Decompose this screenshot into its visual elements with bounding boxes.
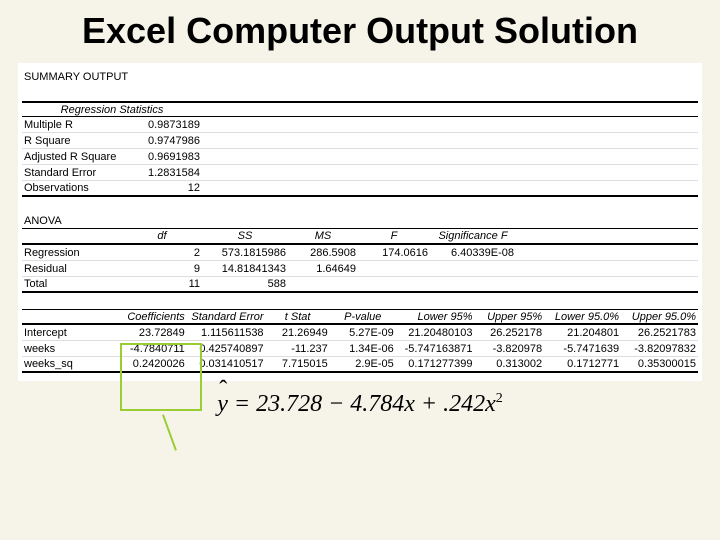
regression-equation: y = 23.728 − 4.784x + .242x2 [0,381,720,418]
coef-cell: 0.171277399 [396,358,475,370]
anova-h-f: F [358,230,430,242]
anova-cell: 1.64649 [288,263,358,275]
anova-label: ANOVA [22,215,122,227]
anova-row-label: Regression [22,247,122,259]
excel-output-sheet: SUMMARY OUTPUT Regression Statistics Mul… [18,63,702,381]
coef-h-t: t Stat [266,311,330,323]
anova-h-df: df [122,230,202,242]
stat-label: Adjusted R Square [22,151,122,163]
coef-h-u95: Upper 95% [475,311,545,323]
anova-cell: 588 [202,278,288,290]
coef-row-label: Intercept [22,327,114,339]
coef-cell: 7.715015 [266,358,330,370]
coef-cell: 0.2420026 [114,358,187,370]
coef-h-coef: Coefficients [114,311,187,323]
stat-value: 1.2831584 [122,167,202,179]
coef-cell: -5.747163871 [396,343,475,355]
coef-row-label: weeks [22,343,114,355]
anova-cell: 174.0616 [358,247,430,259]
coef-h-se: Standard Error [187,311,266,323]
coef-h-p: P-value [330,311,396,323]
coef-cell: 2.9E-05 [330,358,396,370]
stat-label: Standard Error [22,167,122,179]
coef-cell: -3.82097832 [621,343,698,355]
equation-lhs: y [217,391,228,417]
stat-label: Observations [22,182,122,194]
coef-cell: 26.2521783 [621,327,698,339]
slide-title: Excel Computer Output Solution [0,0,720,57]
coef-cell: 5.27E-09 [330,327,396,339]
stat-value: 12 [122,182,202,194]
anova-h-sigf: Significance F [430,230,516,242]
stat-value: 0.9691983 [122,151,202,163]
coef-cell: -11.237 [266,343,330,355]
coef-cell: 21.204801 [544,327,621,339]
coef-cell: 26.252178 [475,327,545,339]
stat-value: 0.9747986 [122,135,202,147]
stat-value: 0.9873189 [122,119,202,131]
summary-output-label: SUMMARY OUTPUT [22,71,122,83]
coef-row-label: weeks_sq [22,358,114,370]
equation-rhs: = 23.728 − 4.784x + .242x [228,391,496,417]
coef-cell: 0.1712771 [544,358,621,370]
coef-h-l95b: Lower 95.0% [544,311,621,323]
coef-cell: 21.20480103 [396,327,475,339]
coef-cell: 0.031410517 [187,358,266,370]
stat-label: Multiple R [22,119,122,131]
coef-cell: 0.425740897 [187,343,266,355]
anova-row-label: Total [22,278,122,290]
coef-cell: 21.26949 [266,327,330,339]
coef-cell: -4.7840711 [114,343,187,355]
coef-cell: -5.7471639 [544,343,621,355]
anova-h-ss: SS [202,230,288,242]
anova-cell: 14.81841343 [202,263,288,275]
anova-cell: 573.1815986 [202,247,288,259]
anova-cell: 2 [122,247,202,259]
anova-h-ms: MS [288,230,358,242]
coef-h-l95: Lower 95% [396,311,475,323]
coef-cell: 1.34E-06 [330,343,396,355]
stat-label: R Square [22,135,122,147]
coef-cell: 0.35300015 [621,358,698,370]
coef-cell: 1.115611538 [187,327,266,339]
equation-exponent: 2 [496,391,503,406]
coef-cell: 0.313002 [475,358,545,370]
coef-cell: 23.72849 [114,327,187,339]
callout-connector-line [162,415,177,451]
anova-cell: 286.5908 [288,247,358,259]
regstats-header: Regression Statistics [22,104,202,116]
anova-cell: 6.40339E-08 [430,247,516,259]
anova-cell: 9 [122,263,202,275]
coef-cell: -3.820978 [475,343,545,355]
anova-row-label: Residual [22,263,122,275]
anova-cell: 11 [122,278,202,290]
coef-h-u95b: Upper 95.0% [621,311,698,323]
